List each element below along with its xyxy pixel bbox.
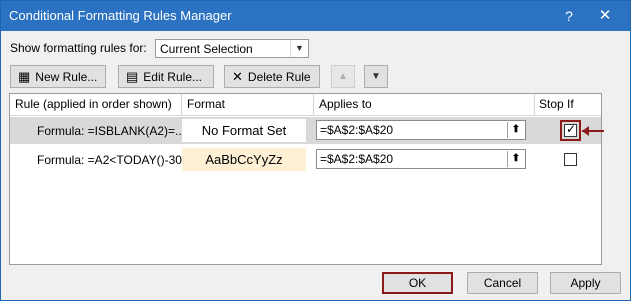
collapse-dialog-icon[interactable]: ⬆ — [507, 122, 524, 138]
help-button[interactable]: ? — [557, 5, 581, 27]
edit-rule-icon: ▤ — [126, 69, 139, 84]
chevron-down-icon[interactable]: ▼ — [290, 40, 308, 57]
edit-rule-label: Edit Rule... — [143, 69, 202, 84]
column-header-rule: Rule (applied in order shown) — [10, 94, 182, 116]
cancel-button[interactable]: Cancel — [467, 272, 538, 294]
collapse-dialog-icon[interactable]: ⬆ — [507, 151, 524, 167]
new-rule-label: New Rule... — [35, 69, 98, 84]
show-rules-label: Show formatting rules for: — [10, 41, 147, 55]
rules-table: Rule (applied in order shown) Format App… — [9, 93, 604, 265]
rule-description: Formula: =ISBLANK(A2)=... — [37, 124, 186, 138]
close-button[interactable]: ✕ — [593, 5, 617, 27]
stop-if-true-checkbox[interactable] — [564, 153, 577, 166]
callout-arrow — [582, 126, 604, 136]
arrow-up-icon: ▲ — [338, 71, 348, 82]
move-down-button[interactable]: ▼ — [364, 65, 388, 88]
stop-if-true-checkbox[interactable]: ✓ — [564, 122, 577, 137]
delete-rule-label: Delete Rule — [247, 69, 311, 84]
format-preview: No Format Set — [182, 119, 306, 142]
rule-description: Formula: =A2<TODAY()-30 — [37, 153, 182, 167]
format-preview: AaBbCcYyZz — [182, 148, 306, 171]
new-rule-icon: ▦ — [18, 69, 31, 84]
ok-button[interactable]: OK — [382, 272, 453, 294]
applies-to-field[interactable]: =$A$2:$A$20 ⬆ — [316, 149, 526, 169]
applies-to-field[interactable]: =$A$2:$A$20 ⬆ — [316, 120, 526, 140]
dialog-title: Conditional Formatting Rules Manager — [9, 8, 232, 23]
arrow-down-icon: ▼ — [371, 71, 381, 82]
new-rule-button[interactable]: ▦ New Rule... — [10, 65, 106, 88]
applies-to-value: =$A$2:$A$20 — [320, 152, 394, 166]
arrow-left-icon — [582, 126, 589, 136]
delete-rule-button[interactable]: ✕ Delete Rule — [224, 65, 320, 88]
column-header-stop-if-true: Stop If True — [535, 94, 601, 131]
checkmark-icon: ✓ — [566, 122, 577, 136]
move-up-button[interactable]: ▲ — [331, 65, 355, 88]
delete-icon: ✕ — [232, 69, 243, 84]
title-bar: Conditional Formatting Rules Manager ? ✕ — [1, 1, 630, 31]
table-row[interactable]: Formula: =ISBLANK(A2)=... No Format Set … — [10, 117, 604, 144]
dialog-window: Conditional Formatting Rules Manager ? ✕… — [0, 0, 631, 301]
table-row[interactable]: Formula: =A2<TODAY()-30 AaBbCcYyZz =$A$2… — [10, 146, 601, 173]
show-rules-value: Current Selection — [160, 42, 253, 56]
apply-button[interactable]: Apply — [550, 272, 621, 294]
column-header-applies-to: Applies to — [314, 94, 535, 116]
edit-rule-button[interactable]: ▤ Edit Rule... — [118, 65, 214, 88]
show-rules-dropdown[interactable]: Current Selection ▼ — [155, 39, 309, 58]
applies-to-value: =$A$2:$A$20 — [320, 123, 394, 137]
rules-toolbar: ▦ New Rule... ▤ Edit Rule... ✕ Delete Ru… — [10, 61, 600, 91]
column-header-format: Format — [182, 94, 314, 116]
